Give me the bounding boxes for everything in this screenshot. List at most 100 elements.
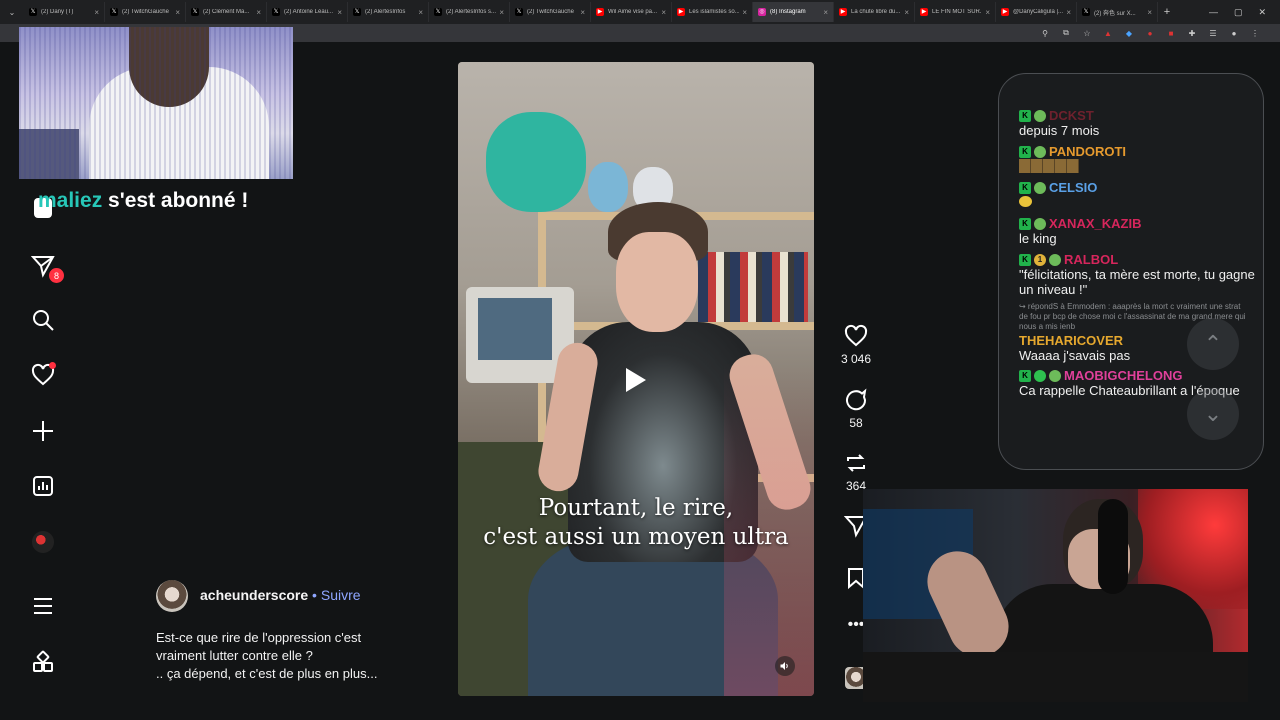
- tab-title: (8) Instagram: [770, 9, 806, 15]
- x-icon: 𝕏: [110, 8, 118, 16]
- extension-icon[interactable]: ▲: [1103, 29, 1113, 38]
- tab-close-icon[interactable]: ×: [256, 8, 261, 17]
- tab-title: (2) Dany (T): [41, 9, 74, 15]
- like-action[interactable]: 3 046: [838, 324, 874, 366]
- chat-scroll-down-icon[interactable]: ⌄: [1187, 388, 1239, 440]
- tab-close-icon[interactable]: ×: [94, 8, 99, 17]
- minimize-icon[interactable]: —: [1209, 7, 1218, 18]
- tab-title: (2) 奔色 sur X...: [1094, 10, 1136, 17]
- tab-close-icon[interactable]: ×: [661, 8, 666, 17]
- browser-tab[interactable]: 𝕏 (2) Dany (T) ×: [24, 2, 105, 22]
- x-icon: 𝕏: [1082, 8, 1090, 16]
- comment-action[interactable]: 58: [838, 388, 874, 430]
- browser-tab[interactable]: 𝕏 (2) TwitchGauche ×: [105, 2, 186, 22]
- extension-icon[interactable]: ◆: [1124, 29, 1134, 38]
- tab-title: LE FIN MOT SUR...: [932, 9, 983, 15]
- search-icon[interactable]: [30, 307, 56, 333]
- tab-search-icon[interactable]: ⌄: [0, 8, 24, 17]
- tab-close-icon[interactable]: ×: [337, 8, 342, 17]
- emote-badge-icon: [1034, 109, 1046, 122]
- webcam-overlay-bottom: [863, 489, 1248, 702]
- tab-close-icon[interactable]: ×: [1147, 8, 1152, 17]
- tab-close-icon[interactable]: ×: [985, 8, 990, 17]
- chat-scroll-up-icon[interactable]: ⌃: [1187, 318, 1239, 370]
- tab-title: (2) TwitchGauche: [527, 9, 574, 15]
- tab-title: (2) AlertesInfos: [365, 9, 406, 15]
- bookmark-star-icon[interactable]: ☆: [1082, 29, 1092, 38]
- youtube-icon: ▶: [596, 8, 604, 16]
- notifications-heart-icon[interactable]: [30, 362, 56, 388]
- emote-badge-icon: [1049, 253, 1061, 266]
- author-avatar[interactable]: [156, 580, 188, 612]
- browser-tab[interactable]: ▶ LE FIN MOT SUR... ×: [915, 2, 996, 22]
- stream-chat-panel: K DCKST depuis 7 mois K PANDOROTI K CELSIO …: [998, 73, 1264, 470]
- browser-tab[interactable]: 𝕏 (2) AlertesInfos ×: [348, 2, 429, 22]
- kick-badge-icon: K: [1019, 181, 1031, 194]
- browser-tab[interactable]: ▶ La chute libre du... ×: [834, 2, 915, 22]
- tab-title: La chute libre du...: [851, 9, 901, 15]
- comment-icon: [846, 388, 867, 411]
- repost-action[interactable]: 364: [838, 451, 874, 493]
- browser-tab[interactable]: 𝕏 (2) Antoine Léau... ×: [267, 2, 348, 22]
- chat-message: K CELSIO: [1019, 180, 1255, 210]
- menu-icon[interactable]: ⋮: [1250, 29, 1260, 38]
- author-username[interactable]: acheunderscore: [200, 587, 308, 603]
- tab-title: @DanyCaligula |...: [1013, 9, 1064, 15]
- x-icon: 𝕏: [515, 8, 523, 16]
- x-icon: 𝕏: [434, 8, 442, 16]
- browser-tab[interactable]: 𝕏 (2) Clément Ma... ×: [186, 2, 267, 22]
- tab-close-icon[interactable]: ×: [904, 8, 909, 17]
- post-description[interactable]: Est-ce que rire de l'oppression c'est vr…: [156, 629, 426, 683]
- browser-tab[interactable]: ▶ @DanyCaligula |... ×: [996, 2, 1077, 22]
- dashboard-chart-icon[interactable]: [30, 473, 56, 499]
- browser-tab[interactable]: ◎ (8) Instagram ×: [753, 2, 834, 22]
- more-menu-icon[interactable]: [30, 593, 56, 619]
- messages-icon[interactable]: 8: [30, 253, 64, 283]
- browser-tab[interactable]: 𝕏 (2) 奔色 sur X... ×: [1077, 2, 1158, 22]
- screenshot-icon[interactable]: ⧉: [1061, 28, 1071, 38]
- extension-icon[interactable]: ■: [1166, 29, 1176, 38]
- volume-icon[interactable]: [775, 656, 795, 676]
- play-icon[interactable]: [626, 368, 646, 392]
- tab-search-icon[interactable]: ☰: [1208, 29, 1218, 38]
- extension-icon[interactable]: ●: [1145, 29, 1155, 38]
- browser-tab[interactable]: 𝕏 (2) AlertesInfos s... ×: [429, 2, 510, 22]
- create-plus-icon[interactable]: [30, 418, 56, 444]
- x-icon: 𝕏: [29, 8, 37, 16]
- emote-badge-icon: [1034, 181, 1046, 194]
- browser-tab[interactable]: ▶ Wil Aime vise pa... ×: [591, 2, 672, 22]
- x-icon: 𝕏: [191, 8, 199, 16]
- new-tab-button[interactable]: +: [1158, 6, 1176, 18]
- tab-close-icon[interactable]: ×: [499, 8, 504, 17]
- tab-close-icon[interactable]: ×: [175, 8, 180, 17]
- emote-icons: [1019, 159, 1079, 173]
- tab-close-icon[interactable]: ×: [742, 8, 747, 17]
- sub-badge-icon: 1: [1034, 253, 1046, 266]
- profile-icon[interactable]: ●: [1229, 29, 1239, 38]
- verified-badge-icon: [1034, 369, 1046, 382]
- maximize-icon[interactable]: ▢: [1234, 7, 1243, 18]
- zoom-icon[interactable]: ⚲: [1040, 29, 1050, 38]
- tab-title: (2) AlertesInfos s...: [446, 9, 497, 15]
- threads-apps-icon[interactable]: [30, 649, 56, 675]
- x-icon: 𝕏: [353, 8, 361, 16]
- profile-avatar[interactable]: [30, 529, 56, 555]
- tab-close-icon[interactable]: ×: [1066, 8, 1071, 17]
- comment-count: 58: [849, 416, 863, 430]
- browser-tab[interactable]: 𝕏 (2) TwitchGauche ×: [510, 2, 591, 22]
- close-window-icon[interactable]: ✕: [1258, 7, 1266, 18]
- kick-badge-icon: K: [1019, 109, 1031, 122]
- kick-badge-icon: K: [1019, 253, 1031, 266]
- tab-close-icon[interactable]: ×: [580, 8, 585, 17]
- extensions-puzzle-icon[interactable]: ✚: [1187, 29, 1197, 38]
- chat-message: K 1 RALBOL "félicitations, ta mère est mor…: [1019, 252, 1255, 297]
- chat-message: K DCKST depuis 7 mois: [1019, 108, 1100, 138]
- instagram-icon: ◎: [758, 8, 766, 16]
- tab-close-icon[interactable]: ×: [418, 8, 423, 17]
- follow-button[interactable]: Suivre: [321, 587, 361, 603]
- tab-close-icon[interactable]: ×: [823, 8, 828, 17]
- webcam-overlay-top: [19, 27, 293, 179]
- x-icon: 𝕏: [272, 8, 280, 16]
- reel-video[interactable]: Pourtant, le rire, c'est aussi un moyen …: [458, 62, 814, 696]
- browser-tab[interactable]: ▶ Les islamistes so... ×: [672, 2, 753, 22]
